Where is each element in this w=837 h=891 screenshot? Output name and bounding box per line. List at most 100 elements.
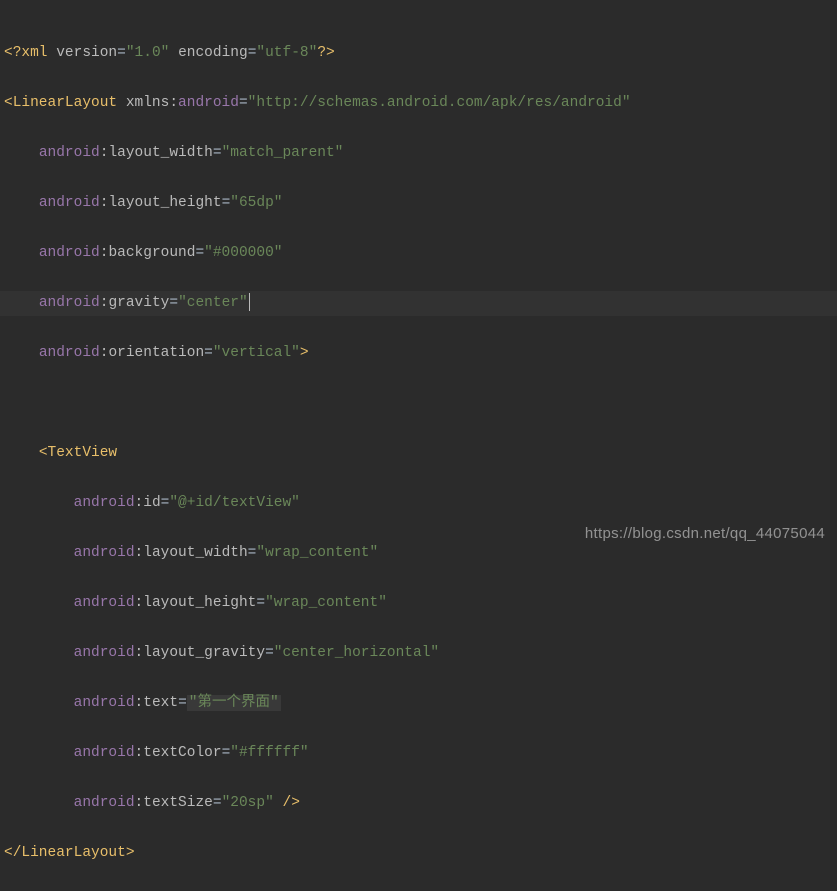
attr: orientation (108, 345, 204, 361)
ns: android (178, 95, 239, 111)
caret-icon (249, 293, 250, 311)
xml-str: "1.0" (126, 45, 170, 61)
xml-tag: xml (21, 45, 56, 61)
attr: layout_width (143, 545, 247, 561)
attr: xmlns: (126, 95, 178, 111)
colon: : (135, 645, 144, 661)
str: "wrap_content" (265, 595, 387, 611)
eq: = (169, 295, 178, 311)
str: "65dp" (230, 195, 282, 211)
ns: android (74, 595, 135, 611)
eq: = (222, 745, 231, 761)
eq: = (222, 195, 231, 211)
ns: android (74, 695, 135, 711)
code-line[interactable]: <TextView (0, 441, 837, 466)
code-editor[interactable]: <?xml version="1.0" encoding="utf-8"?> <… (0, 0, 837, 891)
indent (4, 145, 39, 161)
tag-open: < (39, 445, 48, 461)
colon: : (135, 545, 144, 561)
attr: text (143, 695, 178, 711)
tag-close: > (300, 345, 309, 361)
watermark-text: https://blog.csdn.net/qq_44075044 (585, 521, 825, 546)
attr: textSize (143, 795, 213, 811)
attr: layout_height (108, 195, 221, 211)
attr: layout_height (143, 595, 256, 611)
xml-punc: ?> (317, 45, 334, 61)
str: "http://schemas.android.com/apk/res/andr… (248, 95, 631, 111)
code-line-current[interactable]: android:gravity="center" (0, 291, 837, 316)
code-line[interactable]: android:layout_width="match_parent" (0, 141, 837, 166)
colon: : (135, 595, 144, 611)
eq: = (117, 45, 126, 61)
tag-name: TextView (48, 445, 118, 461)
tag-name: LinearLayout (21, 845, 125, 861)
str: "match_parent" (222, 145, 344, 161)
attr: layout_width (108, 145, 212, 161)
code-line[interactable]: android:background="#000000" (0, 241, 837, 266)
code-line[interactable]: android:textSize="20sp" /> (0, 791, 837, 816)
xml-str: "utf-8" (256, 45, 317, 61)
code-line[interactable]: android:text="第一个界面" (0, 691, 837, 716)
code-line[interactable]: android:layout_height="wrap_content" (0, 591, 837, 616)
indent (4, 345, 39, 361)
eq: = (195, 245, 204, 261)
eq: = (204, 345, 213, 361)
eq: = (213, 795, 222, 811)
code-line[interactable]: android:layout_height="65dp" (0, 191, 837, 216)
str: "第一个界面" (187, 695, 281, 711)
str: "vertical" (213, 345, 300, 361)
indent (4, 795, 74, 811)
indent (4, 645, 74, 661)
indent (4, 195, 39, 211)
eq: = (239, 95, 248, 111)
eq: = (265, 645, 274, 661)
code-line[interactable]: </LinearLayout> (0, 841, 837, 866)
code-line[interactable] (0, 391, 837, 416)
colon: : (135, 795, 144, 811)
eq: = (178, 695, 187, 711)
ns: android (39, 345, 100, 361)
attr: gravity (108, 295, 169, 311)
indent (4, 545, 74, 561)
attr: id (143, 495, 160, 511)
str: "@+id/textView" (169, 495, 300, 511)
colon: : (135, 695, 144, 711)
str: "#ffffff" (230, 745, 308, 761)
indent (4, 695, 74, 711)
ns: android (74, 745, 135, 761)
indent (4, 495, 74, 511)
ns: android (39, 295, 100, 311)
str: "center_horizontal" (274, 645, 439, 661)
sp (169, 45, 178, 61)
xml-attr: encoding (178, 45, 248, 61)
code-line[interactable]: android:orientation="vertical"> (0, 341, 837, 366)
tag-name: LinearLayout (13, 95, 126, 111)
str: "#000000" (204, 245, 282, 261)
indent (4, 245, 39, 261)
xml-punc: <? (4, 45, 21, 61)
indent (4, 595, 74, 611)
colon: : (135, 495, 144, 511)
ns: android (74, 795, 135, 811)
code-line[interactable]: android:textColor="#ffffff" (0, 741, 837, 766)
ns: android (74, 645, 135, 661)
tag-close: /> (274, 795, 300, 811)
attr: textColor (143, 745, 221, 761)
xml-attr: version (56, 45, 117, 61)
ns: android (74, 545, 135, 561)
indent (4, 445, 39, 461)
tag-open: < (4, 95, 13, 111)
colon: : (135, 745, 144, 761)
str: "center" (178, 295, 248, 311)
tag-open: </ (4, 845, 21, 861)
code-line[interactable]: <?xml version="1.0" encoding="utf-8"?> (0, 41, 837, 66)
code-line[interactable]: <LinearLayout xmlns:android="http://sche… (0, 91, 837, 116)
attr: background (108, 245, 195, 261)
indent (4, 295, 39, 311)
code-line[interactable]: android:id="@+id/textView" (0, 491, 837, 516)
eq: = (213, 145, 222, 161)
attr: layout_gravity (143, 645, 265, 661)
ns: android (39, 195, 100, 211)
ns: android (39, 245, 100, 261)
code-line[interactable]: android:layout_gravity="center_horizonta… (0, 641, 837, 666)
